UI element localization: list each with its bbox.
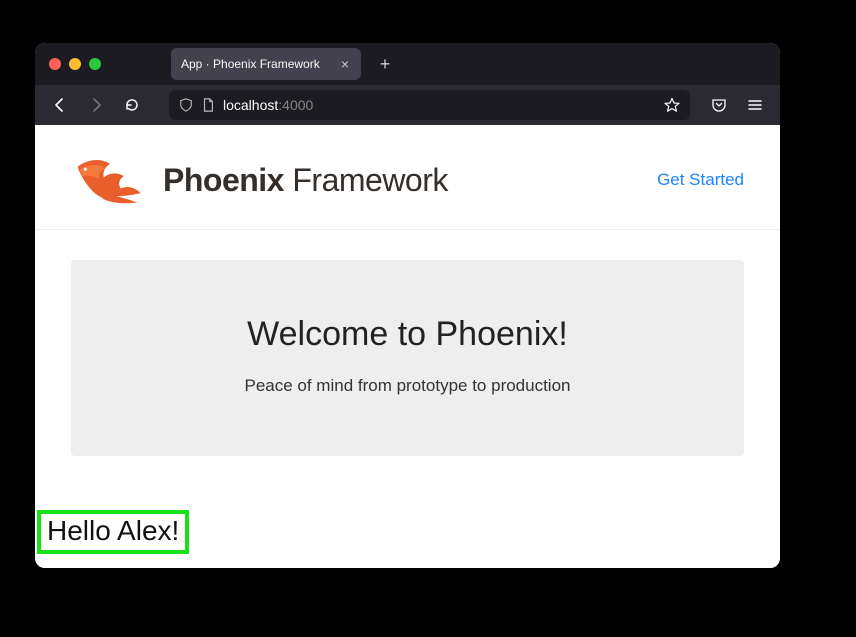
- hero-panel: Welcome to Phoenix! Peace of mind from p…: [71, 260, 744, 456]
- window-controls: [49, 58, 101, 70]
- url-text: localhost:4000: [223, 97, 313, 113]
- phoenix-icon: [71, 153, 149, 207]
- highlight-text: Hello Alex!: [47, 515, 179, 546]
- titlebar: App · Phoenix Framework × +: [35, 43, 780, 85]
- browser-window: App · Phoenix Framework × + localhost:40…: [35, 43, 780, 568]
- close-window-button[interactable]: [49, 58, 61, 70]
- forward-button[interactable]: [81, 90, 111, 120]
- close-tab-icon[interactable]: ×: [339, 56, 351, 72]
- pocket-button[interactable]: [704, 90, 734, 120]
- pocket-icon: [711, 97, 727, 113]
- brand-bold: Phoenix: [163, 162, 284, 198]
- brand-light: Framework: [284, 162, 448, 198]
- bookmark-button[interactable]: [664, 97, 680, 113]
- url-port: :4000: [278, 97, 313, 113]
- url-host: localhost: [223, 97, 278, 113]
- maximize-window-button[interactable]: [89, 58, 101, 70]
- page-content: Phoenix Framework Get Started Welcome to…: [35, 125, 780, 568]
- menu-button[interactable]: [740, 90, 770, 120]
- page-header: Phoenix Framework Get Started: [35, 125, 780, 230]
- brand-text: Phoenix Framework: [163, 162, 448, 199]
- shield-icon: [179, 98, 193, 112]
- back-button[interactable]: [45, 90, 75, 120]
- toolbar: localhost:4000: [35, 85, 780, 125]
- arrow-right-icon: [88, 97, 104, 113]
- address-bar[interactable]: localhost:4000: [169, 90, 690, 120]
- tab-title: App · Phoenix Framework: [181, 57, 339, 71]
- hero-subtitle: Peace of mind from prototype to producti…: [91, 376, 724, 396]
- browser-tab[interactable]: App · Phoenix Framework ×: [171, 48, 361, 80]
- reload-icon: [124, 97, 140, 113]
- reload-button[interactable]: [117, 90, 147, 120]
- hamburger-icon: [747, 97, 763, 113]
- minimize-window-button[interactable]: [69, 58, 81, 70]
- page-icon: [201, 98, 215, 112]
- highlight-box: Hello Alex!: [37, 510, 189, 554]
- tab-strip: App · Phoenix Framework × +: [171, 43, 399, 85]
- new-tab-button[interactable]: +: [371, 50, 399, 78]
- star-icon: [664, 97, 680, 113]
- get-started-link[interactable]: Get Started: [657, 170, 744, 190]
- arrow-left-icon: [52, 97, 68, 113]
- logo: Phoenix Framework: [71, 153, 448, 207]
- hero-title: Welcome to Phoenix!: [91, 315, 724, 354]
